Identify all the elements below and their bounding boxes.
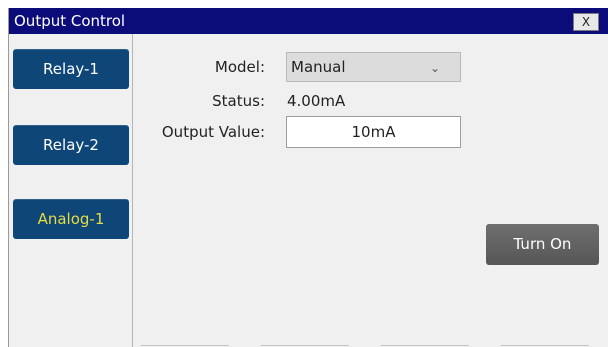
- turn-on-button[interactable]: Turn On: [486, 224, 599, 265]
- divider: [141, 345, 229, 346]
- output-control-window: Output Control X Relay-1 Relay-2 Analog-…: [8, 8, 608, 347]
- status-value: 4.00mA: [287, 92, 346, 110]
- window-title: Output Control: [14, 12, 126, 30]
- sidebar-item-analog-1[interactable]: Analog-1: [13, 199, 129, 239]
- divider: [501, 345, 589, 346]
- model-label: Model:: [214, 58, 265, 76]
- model-select[interactable]: Manual ⌄: [286, 52, 461, 82]
- model-select-value: Manual: [291, 58, 346, 76]
- status-label: Status:: [212, 92, 265, 110]
- sidebar: Relay-1 Relay-2 Analog-1: [9, 34, 133, 347]
- sidebar-item-relay-1[interactable]: Relay-1: [13, 49, 129, 89]
- output-value-field[interactable]: 10mA: [286, 116, 461, 148]
- close-button[interactable]: X: [573, 13, 599, 31]
- divider: [381, 345, 469, 346]
- chevron-down-icon: ⌄: [429, 61, 440, 75]
- sidebar-item-relay-2[interactable]: Relay-2: [13, 125, 129, 165]
- output-value-label: Output Value:: [161, 123, 265, 141]
- title-bar: Output Control X: [9, 8, 608, 34]
- divider: [261, 345, 349, 346]
- main-panel: Model: Manual ⌄ Status: 4.00mA Output Va…: [133, 34, 608, 347]
